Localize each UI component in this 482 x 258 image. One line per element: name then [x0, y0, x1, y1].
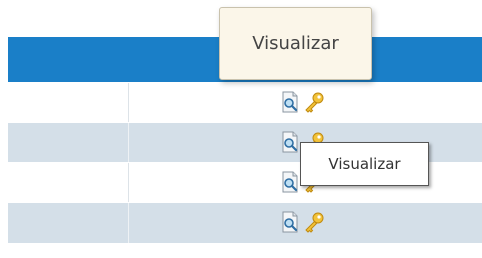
row-actions	[278, 210, 326, 234]
view-icon[interactable]	[278, 170, 302, 194]
column-divider	[128, 163, 129, 203]
table-row	[8, 82, 482, 123]
view-icon[interactable]	[278, 90, 302, 114]
row-actions	[278, 90, 326, 114]
tooltip-visualizar-large: Visualizar	[219, 7, 372, 80]
view-icon[interactable]	[278, 210, 302, 234]
table-row	[8, 202, 482, 243]
column-divider	[128, 83, 129, 123]
key-icon[interactable]	[302, 90, 326, 114]
column-divider	[128, 123, 129, 163]
column-divider	[128, 203, 129, 243]
key-icon[interactable]	[302, 210, 326, 234]
view-icon[interactable]	[278, 130, 302, 154]
tooltip-visualizar-small: Visualizar	[300, 142, 429, 186]
